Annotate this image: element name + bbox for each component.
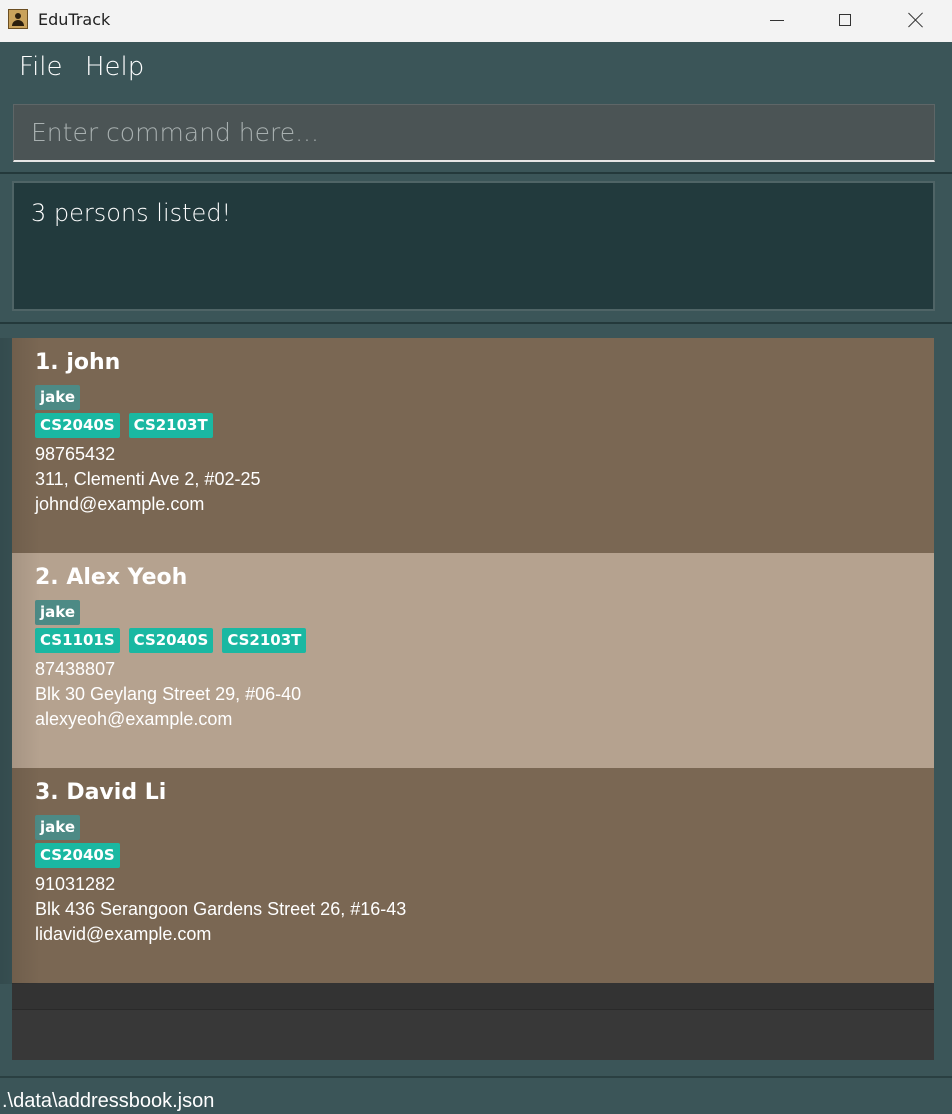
maximize-button[interactable] (822, 0, 868, 40)
person-email: alexyeoh@example.com (35, 709, 233, 729)
group-tag: jake (35, 815, 81, 840)
course-tag: CS2040S (35, 413, 120, 438)
status-file-path: .\data\addressbook.json (2, 1090, 215, 1112)
course-tag-row: CS2040S CS2103T (35, 413, 911, 441)
close-button[interactable] (893, 0, 939, 40)
group-tag-row: jake (35, 600, 911, 628)
command-box-container (0, 96, 952, 174)
person-address: 311, Clementi Ave 2, #02-25 (35, 469, 261, 489)
person-name: 1. john (35, 350, 121, 375)
course-tag-row: CS2040S (35, 843, 911, 871)
app-person-icon (8, 9, 28, 29)
person-email: johnd@example.com (35, 494, 205, 514)
title-bar: EduTrack (0, 0, 952, 42)
course-tag: CS1101S (35, 628, 120, 653)
person-phone: 91031282 (35, 874, 116, 894)
person-phone: 98765432 (35, 444, 116, 464)
course-tag-row: CS1101S CS2040S CS2103T (35, 628, 911, 656)
person-card[interactable]: 2. Alex Yeoh jake CS1101S CS2040S CS2103… (12, 553, 934, 768)
course-tag: CS2103T (222, 628, 307, 653)
person-address: Blk 30 Geylang Street 29, #06-40 (35, 684, 302, 704)
menu-help[interactable]: Help (85, 52, 144, 82)
person-name: 2. Alex Yeoh (35, 565, 188, 590)
course-tag: CS2040S (35, 843, 120, 868)
person-address: Blk 436 Serangoon Gardens Street 26, #16… (35, 899, 407, 919)
app-window: EduTrack File Help 3 persons listed! 1. … (0, 0, 952, 1114)
minimize-icon (770, 19, 784, 21)
command-input[interactable] (13, 104, 935, 162)
menu-bar: File Help (0, 42, 952, 98)
window-title: EduTrack (38, 10, 111, 29)
person-list[interactable]: 1. john jake CS2040S CS2103T 98765432 31… (12, 338, 934, 1060)
group-tag-row: jake (35, 385, 911, 413)
person-email: lidavid@example.com (35, 924, 212, 944)
person-phone: 87438807 (35, 659, 116, 679)
result-display-container: 3 persons listed! (0, 174, 952, 324)
person-card[interactable]: 3. David Li jake CS2040S 91031282 Blk 43… (12, 768, 934, 983)
person-card[interactable]: 1. john jake CS2040S CS2103T 98765432 31… (12, 338, 934, 553)
result-display[interactable]: 3 persons listed! (12, 181, 935, 311)
course-tag: CS2040S (128, 628, 214, 653)
status-bar: .\data\addressbook.json (0, 1076, 952, 1114)
close-icon (908, 12, 924, 28)
group-tag: jake (35, 600, 81, 625)
person-name: 3. David Li (35, 780, 167, 805)
minimize-button[interactable] (754, 0, 800, 40)
group-tag: jake (35, 385, 81, 410)
maximize-icon (839, 14, 851, 26)
menu-file[interactable]: File (19, 52, 63, 82)
course-tag: CS2103T (128, 413, 213, 438)
empty-list-row (12, 983, 934, 1010)
group-tag-row: jake (35, 815, 911, 843)
